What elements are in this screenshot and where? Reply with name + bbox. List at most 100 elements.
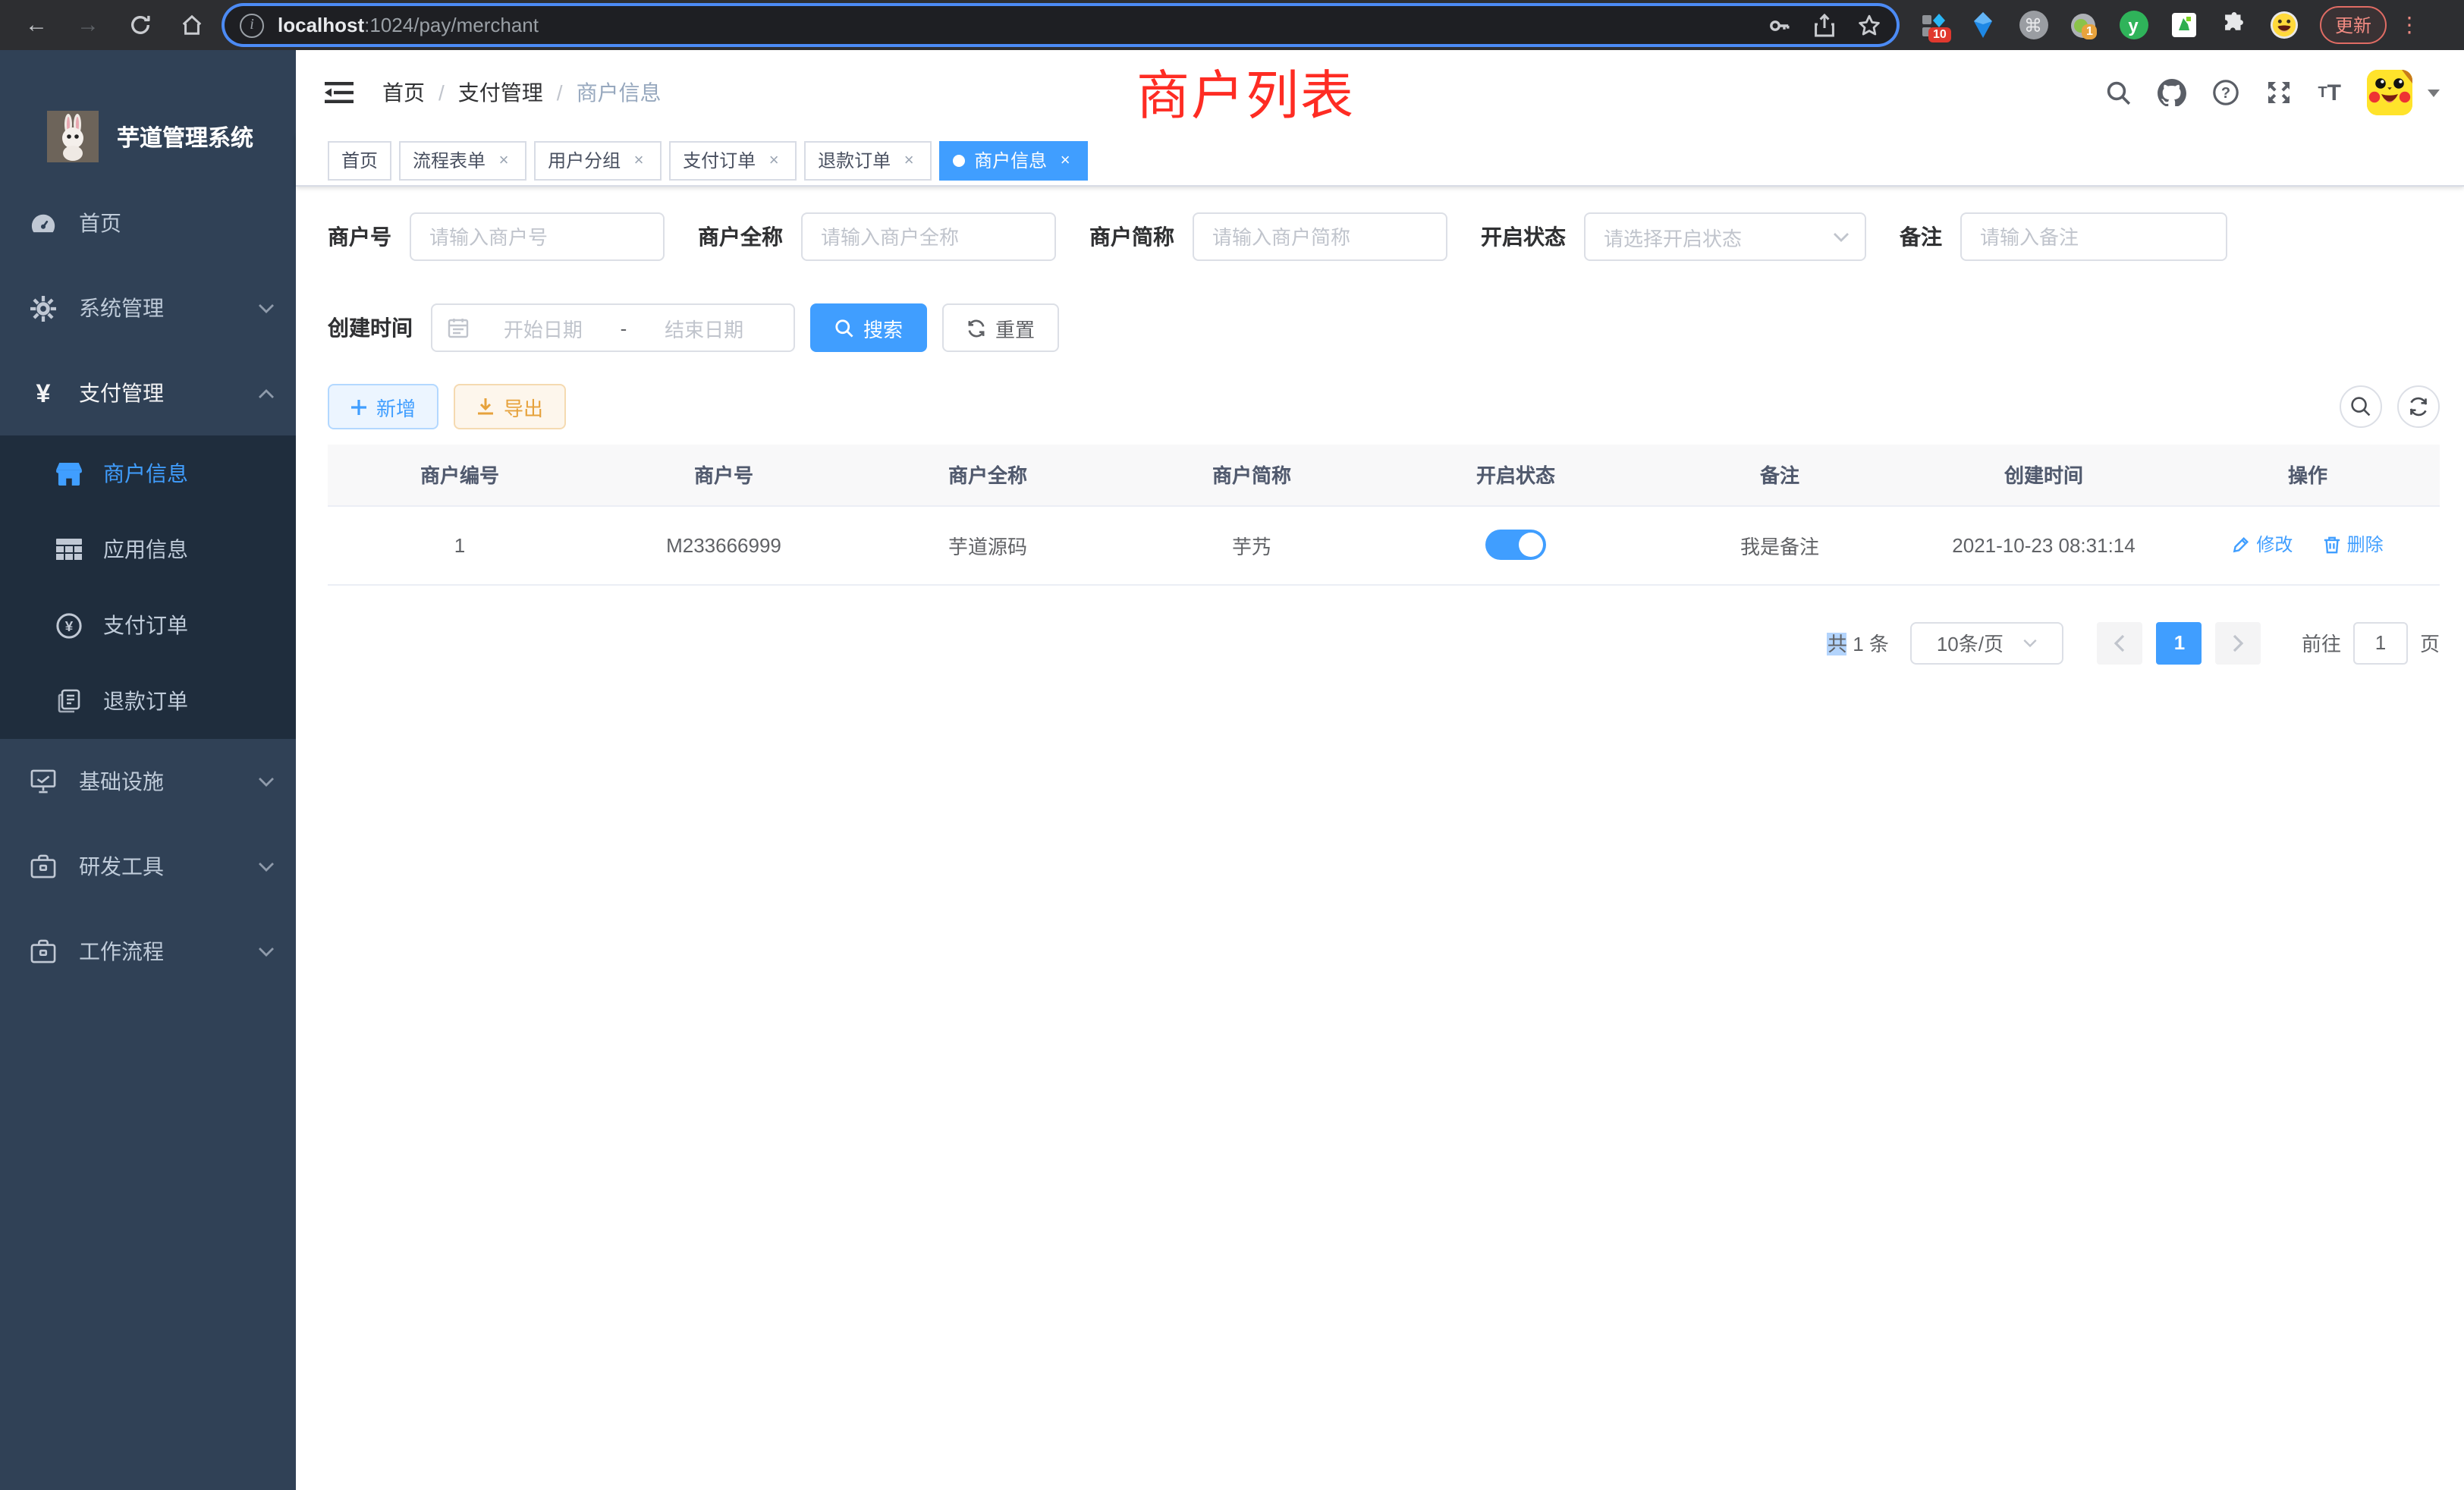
remark-input[interactable]	[1960, 212, 2227, 261]
refresh-table-button[interactable]	[2397, 385, 2440, 428]
close-icon[interactable]: ×	[765, 151, 783, 169]
password-key-icon[interactable]	[1768, 13, 1792, 37]
page-number-1[interactable]: 1	[2157, 621, 2202, 664]
browser-menu-icon[interactable]: ⋮	[2399, 12, 2420, 38]
sidebar-item-label: 支付订单	[103, 610, 188, 640]
extension-puzzle-icon[interactable]	[2218, 10, 2249, 40]
col-short-name: 商户简称	[1120, 445, 1384, 505]
tab-pay-order[interactable]: 支付订单×	[669, 140, 797, 180]
extension-note-icon[interactable]	[2168, 10, 2198, 40]
browser-reload-icon[interactable]	[118, 5, 161, 45]
goto-page-input[interactable]	[2353, 621, 2408, 664]
pagination-total-suffix: 条	[1869, 633, 1889, 655]
cell-full-name: 芋道源码	[856, 505, 1120, 584]
address-bar[interactable]: i localhost:1024/pay/merchant	[225, 6, 1897, 44]
toggle-search-button[interactable]	[2340, 385, 2382, 428]
col-merchant-no: 商户号	[592, 445, 856, 505]
sidebar-item-workflow[interactable]: 工作流程	[0, 909, 296, 994]
sidebar-item-pay[interactable]: ¥ 支付管理	[0, 350, 296, 435]
merchant-no-input[interactable]	[410, 212, 665, 261]
delete-button-label: 删除	[2347, 532, 2384, 558]
edit-button[interactable]: 修改	[2232, 532, 2293, 558]
filter-label-create-time: 创建时间	[328, 313, 413, 343]
sidebar-item-merchant-info[interactable]: 商户信息	[0, 435, 296, 511]
site-info-icon[interactable]: i	[240, 13, 264, 37]
extension-vue-icon[interactable]: y	[2118, 10, 2148, 40]
help-icon[interactable]: ?	[2211, 79, 2239, 106]
cell-create-time: 2021-10-23 08:31:14	[1912, 505, 2176, 584]
sidebar-item-refund-order[interactable]: 退款订单	[0, 663, 296, 739]
svg-text:¥: ¥	[65, 618, 74, 634]
extension-gem-icon[interactable]	[1968, 10, 1998, 40]
github-icon[interactable]	[2157, 79, 2186, 106]
add-button[interactable]: 新增	[328, 384, 438, 429]
full-name-input[interactable]	[801, 212, 1056, 261]
close-icon[interactable]: ×	[1056, 151, 1074, 169]
chevron-right-icon	[2233, 633, 2245, 652]
next-page-button[interactable]	[2216, 621, 2261, 664]
sidebar-item-system[interactable]: 系统管理	[0, 266, 296, 350]
search-icon	[834, 318, 854, 338]
date-end-placeholder: 结束日期	[630, 313, 778, 342]
browser-back-icon[interactable]: ←	[15, 5, 58, 45]
status-toggle[interactable]	[1485, 530, 1546, 560]
header-search-icon[interactable]	[2105, 80, 2131, 105]
extension-status-icon[interactable]: 1	[2068, 10, 2098, 40]
sidebar-item-home[interactable]: 首页	[0, 181, 296, 266]
tab-home[interactable]: 首页	[328, 140, 391, 180]
tab-label: 商户信息	[974, 147, 1047, 173]
close-icon[interactable]: ×	[900, 151, 918, 169]
tab-process-form[interactable]: 流程表单×	[399, 140, 526, 180]
tab-refund-order[interactable]: 退款订单×	[804, 140, 932, 180]
sidebar-item-app-info[interactable]: 应用信息	[0, 511, 296, 587]
breadcrumb: 首页 / 支付管理 / 商户信息	[382, 77, 662, 108]
cell-merchant-no: M233666999	[592, 505, 856, 584]
breadcrumb-pay[interactable]: 支付管理	[458, 77, 543, 108]
url-text[interactable]: localhost:1024/pay/merchant	[278, 14, 1755, 36]
short-name-input[interactable]	[1193, 212, 1447, 261]
bookmark-star-icon[interactable]	[1857, 13, 1881, 37]
extension-emoji-icon[interactable]	[2268, 10, 2299, 40]
status-select-placeholder: 请选择开启状态	[1604, 222, 1833, 251]
extension-command-icon[interactable]: ⌘	[2018, 10, 2048, 40]
filter-label-status: 开启状态	[1481, 222, 1566, 252]
extension-grid-icon[interactable]: 10	[1918, 10, 1948, 40]
close-icon[interactable]: ×	[630, 151, 648, 169]
merchant-table: 商户编号 商户号 商户全称 商户简称 开启状态 备注 创建时间 操作 1	[328, 445, 2440, 585]
status-select[interactable]: 请选择开启状态	[1584, 212, 1866, 261]
prev-page-button[interactable]	[2098, 621, 2143, 664]
sidebar-item-devtools[interactable]: 研发工具	[0, 824, 296, 909]
avatar[interactable]	[2367, 70, 2412, 115]
chevron-left-icon	[2114, 633, 2126, 652]
search-button[interactable]: 搜索	[810, 303, 927, 352]
create-time-range-picker[interactable]: 开始日期 - 结束日期	[431, 303, 795, 352]
sidebar-toggle-icon[interactable]	[325, 79, 355, 106]
col-status: 开启状态	[1384, 445, 1648, 505]
fullscreen-icon[interactable]	[2264, 79, 2292, 106]
page-size-select[interactable]: 10条/页	[1910, 621, 2063, 664]
tab-user-group[interactable]: 用户分组×	[534, 140, 662, 180]
reset-button[interactable]: 重置	[942, 303, 1059, 352]
avatar-caret-icon[interactable]	[2428, 89, 2440, 96]
tab-merchant-info[interactable]: 商户信息 ×	[939, 140, 1088, 180]
breadcrumb-home[interactable]: 首页	[382, 77, 425, 108]
breadcrumb-separator: /	[557, 80, 563, 105]
browser-forward-icon[interactable]: →	[67, 5, 109, 45]
sidebar-item-infra[interactable]: 基础设施	[0, 739, 296, 824]
sidebar-item-pay-order[interactable]: ¥ 支付订单	[0, 587, 296, 663]
font-size-icon[interactable]: TT	[2318, 80, 2341, 105]
browser-home-icon[interactable]	[170, 5, 212, 45]
pagination-total-count: 1	[1853, 633, 1863, 655]
app-root: ← → i localhost:1024/pay/merchant	[0, 0, 2464, 1490]
sidebar: 芋道管理系统 首页 系统管理 ¥ 支付管理	[0, 50, 296, 1490]
share-icon[interactable]	[1813, 13, 1836, 37]
refresh-icon	[2408, 396, 2429, 417]
table-toolbar: 新增 导出	[328, 384, 2440, 429]
document-icon	[56, 689, 82, 713]
delete-button[interactable]: 删除	[2323, 532, 2384, 558]
url-host: localhost	[278, 14, 364, 36]
close-icon[interactable]: ×	[495, 151, 513, 169]
browser-update-button[interactable]: 更新	[2320, 6, 2387, 44]
sidebar-logo[interactable]: 芋道管理系统	[0, 50, 296, 181]
export-button[interactable]: 导出	[454, 384, 566, 429]
